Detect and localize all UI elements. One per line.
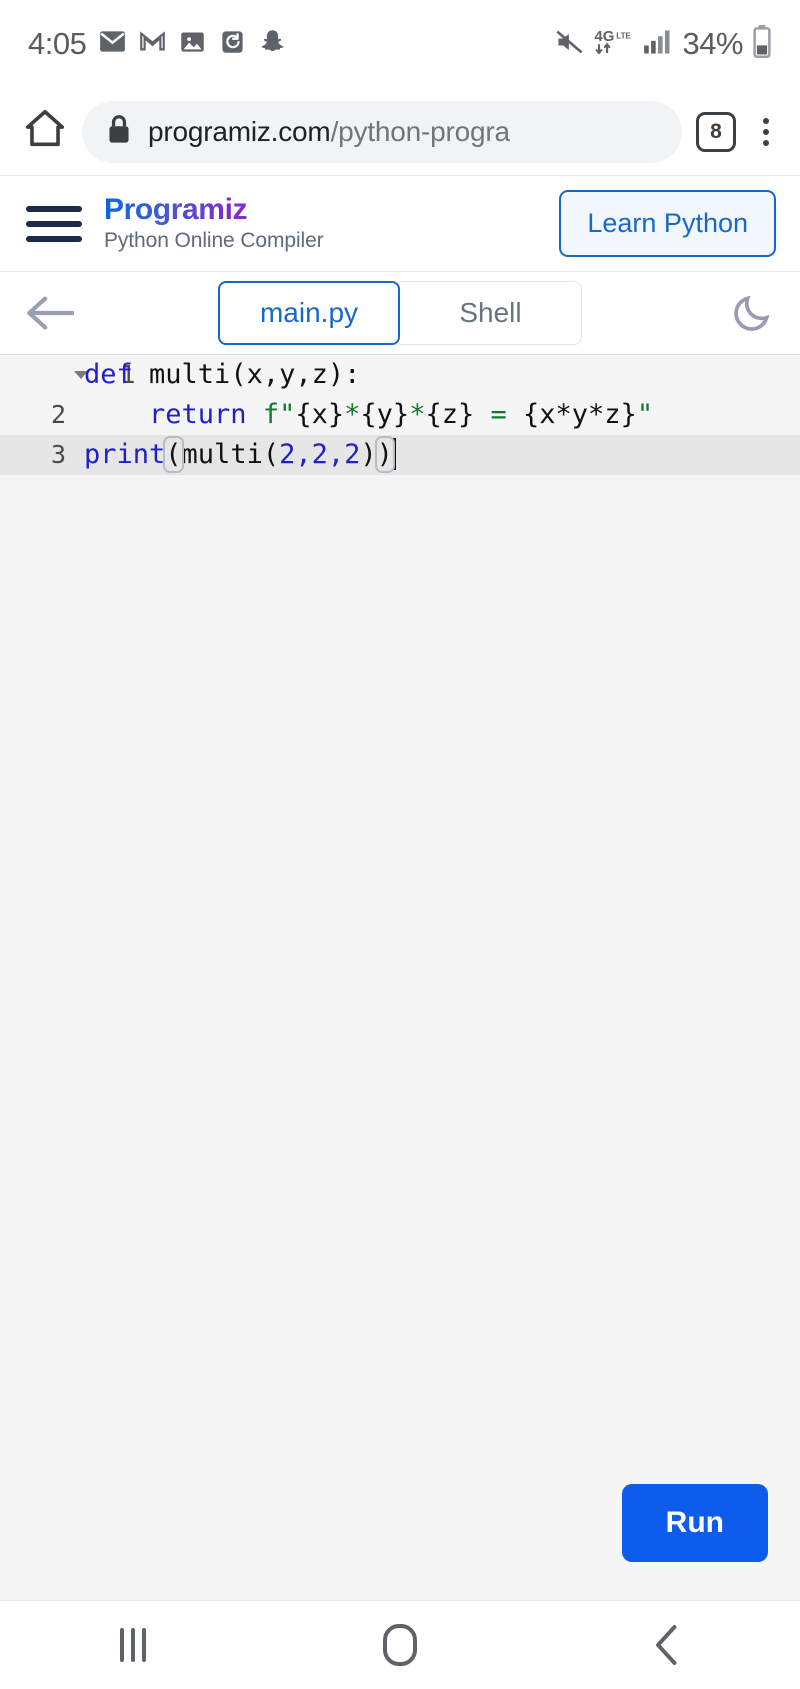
android-nav-bar xyxy=(0,1600,800,1689)
fstring-star-1: * xyxy=(344,399,361,430)
code-text-3: print(multi(2,2,2)) xyxy=(72,435,396,475)
tab-main-py[interactable]: main.py xyxy=(218,281,400,345)
network-type-icon: 4G LTE xyxy=(594,27,634,62)
site-header: Programiz Python Online Compiler Learn P… xyxy=(0,176,800,272)
battery-percent: 34% xyxy=(682,26,743,61)
signal-icon xyxy=(643,29,673,60)
url-path: /python-progra xyxy=(330,115,510,147)
code-line-3[interactable]: 3 print(multi(2,2,2)) xyxy=(0,435,800,475)
back-arrow-icon[interactable] xyxy=(26,272,90,354)
line1-rest: multi(x,y,z): xyxy=(132,359,361,390)
kebab-menu-icon[interactable] xyxy=(750,117,782,146)
hamburger-icon[interactable] xyxy=(26,205,82,242)
run-button-wrapper: Run xyxy=(621,1484,768,1562)
keyword-return: return xyxy=(149,399,247,430)
battery-icon xyxy=(752,24,772,64)
bracket-close-match: ) xyxy=(374,436,395,473)
status-bar: 4:05 4G LTE 34% xyxy=(0,0,800,88)
text-cursor xyxy=(392,438,396,470)
url-domain: programiz.com xyxy=(148,115,331,147)
url-bar[interactable]: programiz.com/python-progra xyxy=(82,100,682,163)
back-icon[interactable] xyxy=(607,1601,727,1689)
mute-icon xyxy=(555,28,585,61)
gmail-icon xyxy=(139,28,166,60)
tab-shell[interactable]: Shell xyxy=(400,281,582,345)
inner-call: multi( xyxy=(181,439,280,470)
svg-text:4G: 4G xyxy=(595,27,615,44)
line2-space xyxy=(247,399,263,430)
svg-text:LTE: LTE xyxy=(617,31,632,40)
code-text-1: def multi(x,y,z): xyxy=(72,355,360,395)
editor-tab-bar: main.py Shell xyxy=(0,272,800,354)
brand-subtitle: Python Online Compiler xyxy=(104,229,324,253)
recents-icon[interactable] xyxy=(73,1601,193,1689)
fstring-quote-end: " xyxy=(636,399,654,430)
status-bar-right: 4G LTE 34% xyxy=(555,24,772,64)
run-button[interactable]: Run xyxy=(621,1484,768,1562)
brand-block[interactable]: Programiz Python Online Compiler xyxy=(104,194,324,254)
fstring-x: {x} xyxy=(295,399,345,430)
code-line-1[interactable]: 1 def multi(x,y,z): xyxy=(0,355,800,395)
tab-count-button[interactable]: 8 xyxy=(696,111,736,152)
file-tabs: main.py Shell xyxy=(218,281,582,345)
email-icon xyxy=(99,28,126,60)
snapchat-icon xyxy=(259,28,286,60)
line-number-3: 3 xyxy=(50,440,66,469)
brand-name: Programiz xyxy=(104,194,324,226)
call-arguments: 2,2,2 xyxy=(279,439,361,470)
home-icon[interactable] xyxy=(22,106,68,157)
fstring-y: {y} xyxy=(360,399,410,430)
moon-icon[interactable] xyxy=(710,272,774,354)
url-text: programiz.com/python-progra xyxy=(148,116,510,148)
fstring-star-2: * xyxy=(409,399,426,430)
code-editor[interactable]: 1 def multi(x,y,z): 2 return f"{x}*{y}*{… xyxy=(0,354,800,1600)
fstring-product: {x*y*z} xyxy=(523,399,637,430)
fstring-equals: = xyxy=(474,399,524,430)
bracket-open-match: ( xyxy=(163,436,184,473)
bracket-close-inner: ) xyxy=(360,439,377,470)
line2-indent xyxy=(84,399,149,430)
phone-screen: 4:05 4G LTE 34% programiz.com/python-pro… xyxy=(0,0,800,1689)
keyword-def: def xyxy=(84,359,133,390)
fstring-z: {z} xyxy=(425,399,475,430)
browser-toolbar: programiz.com/python-progra 8 xyxy=(0,88,800,176)
home-button-icon[interactable] xyxy=(340,1601,460,1689)
code-text-2: return f"{x}*{y}*{z} = {x*y*z}" xyxy=(72,395,653,435)
code-line-2[interactable]: 2 return f"{x}*{y}*{z} = {x*y*z}" xyxy=(0,395,800,435)
line-number-2: 2 xyxy=(50,400,66,429)
learn-python-button[interactable]: Learn Python xyxy=(559,190,776,257)
lock-icon xyxy=(106,114,132,149)
status-time: 4:05 xyxy=(28,26,87,61)
fstring-prefix: f" xyxy=(262,399,296,430)
gallery-icon xyxy=(179,28,206,60)
status-bar-left: 4:05 xyxy=(28,26,286,62)
clock-refresh-icon xyxy=(219,28,246,60)
function-print: print xyxy=(84,439,166,470)
